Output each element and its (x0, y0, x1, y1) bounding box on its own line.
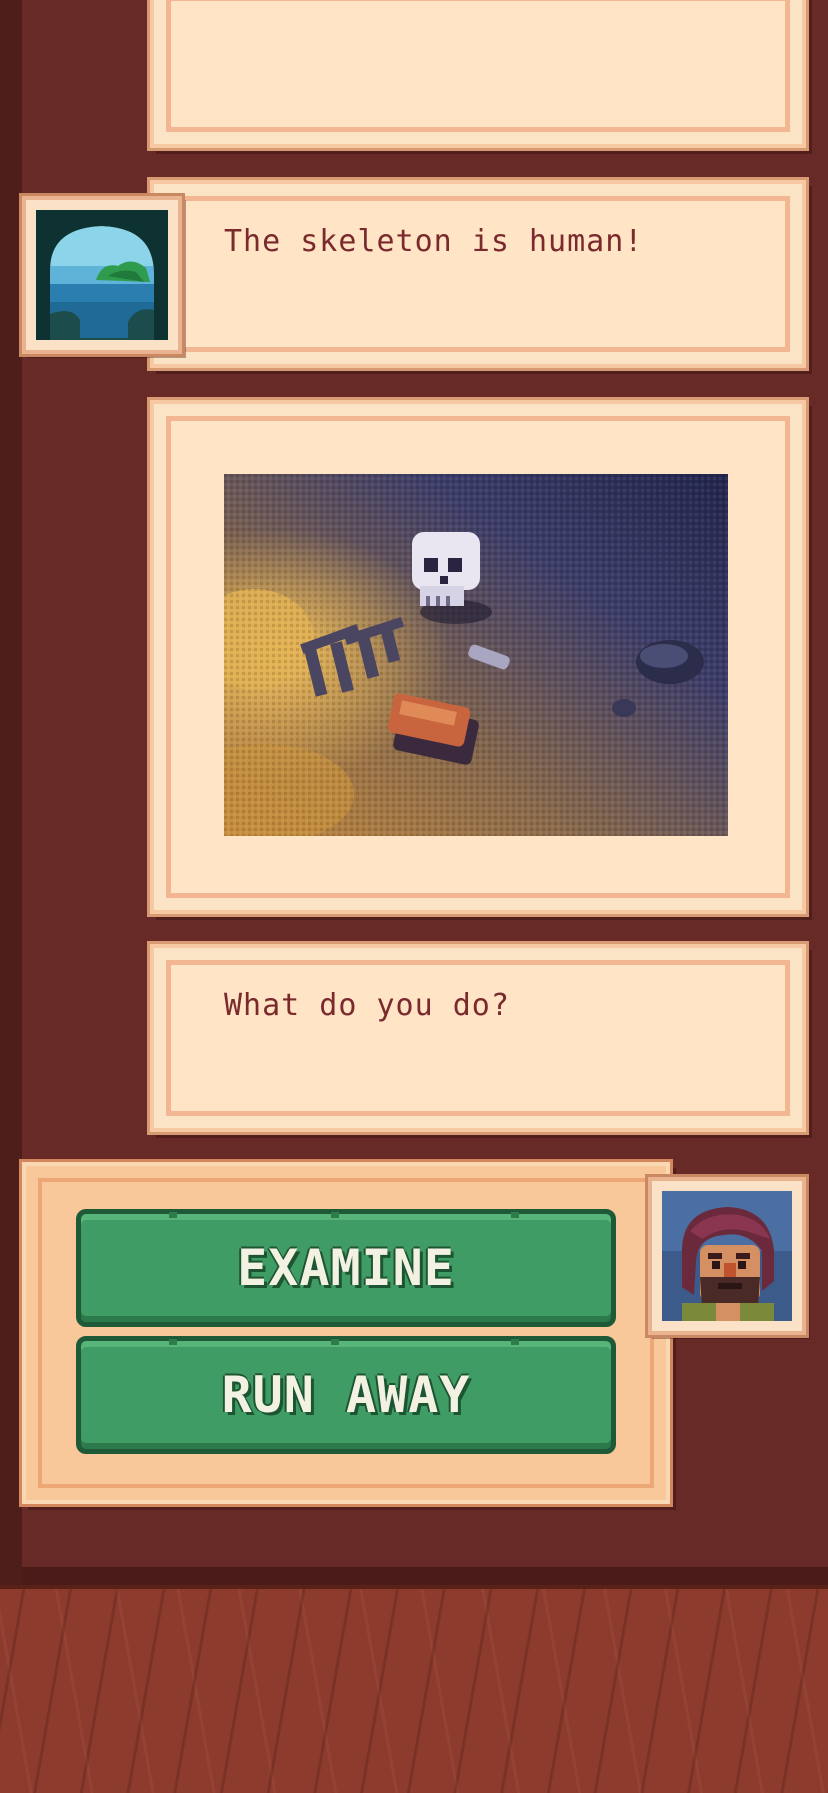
narrator-avatar (22, 196, 182, 354)
prompt-message-text: What do you do? (224, 988, 510, 1023)
wooden-floor (0, 1585, 828, 1793)
player-avatar (648, 1177, 806, 1335)
board-shadow (22, 1567, 828, 1585)
previous-message-card (150, 0, 806, 148)
skeleton-scene-image (224, 474, 728, 836)
scene-image-card (150, 400, 806, 914)
island-cave-view-portrait-icon (36, 210, 168, 340)
prompt-message-card: What do you do? (150, 944, 806, 1132)
run-away-button-label: RUN AWAY (221, 1366, 471, 1424)
narrator-message-card: The skeleton is human! (150, 180, 806, 368)
game-screen: The skeleton is human! What do you do? E… (0, 0, 828, 1793)
examine-button-label: EXAMINE (237, 1239, 455, 1297)
run-away-button[interactable]: RUN AWAY (76, 1336, 616, 1454)
examine-button[interactable]: EXAMINE (76, 1209, 616, 1327)
bearded-man-portrait-icon (662, 1191, 792, 1321)
narrator-message-text: The skeleton is human! (224, 224, 644, 259)
choice-panel: EXAMINE RUN AWAY (22, 1162, 670, 1504)
left-rail (0, 0, 22, 1585)
